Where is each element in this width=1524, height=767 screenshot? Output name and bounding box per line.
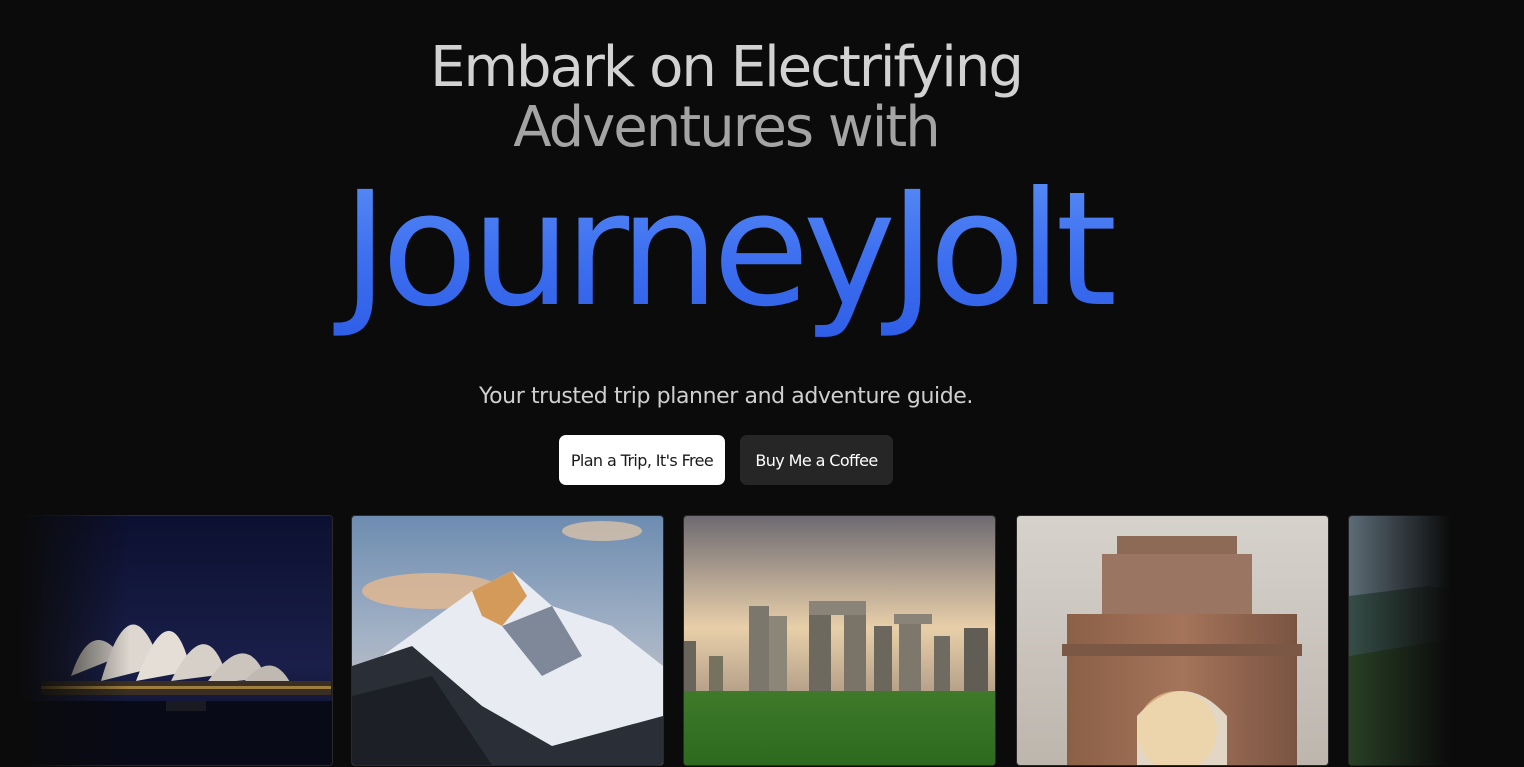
headline-line-1: Embark on Electrifying: [430, 35, 1024, 100]
brand-name: JourneyJolt: [0, 160, 1452, 340]
gallery-image-stonehenge[interactable]: [683, 515, 996, 766]
headline-line-2: Adventures with: [513, 95, 940, 160]
gallery-image-india-gate[interactable]: [1016, 515, 1329, 766]
tagline: Your trusted trip planner and adventure …: [478, 384, 973, 409]
gallery-fade-left: [0, 515, 130, 767]
gallery-image-mountain[interactable]: [351, 515, 664, 766]
buy-coffee-button[interactable]: Buy Me a Coffee: [740, 435, 893, 485]
hero-section: Embark on Electrifying Adventures with J…: [0, 0, 1524, 767]
gallery-fade-right: [1330, 515, 1524, 767]
destination-gallery: [0, 515, 1524, 767]
plan-trip-button[interactable]: Plan a Trip, It's Free: [559, 435, 725, 485]
